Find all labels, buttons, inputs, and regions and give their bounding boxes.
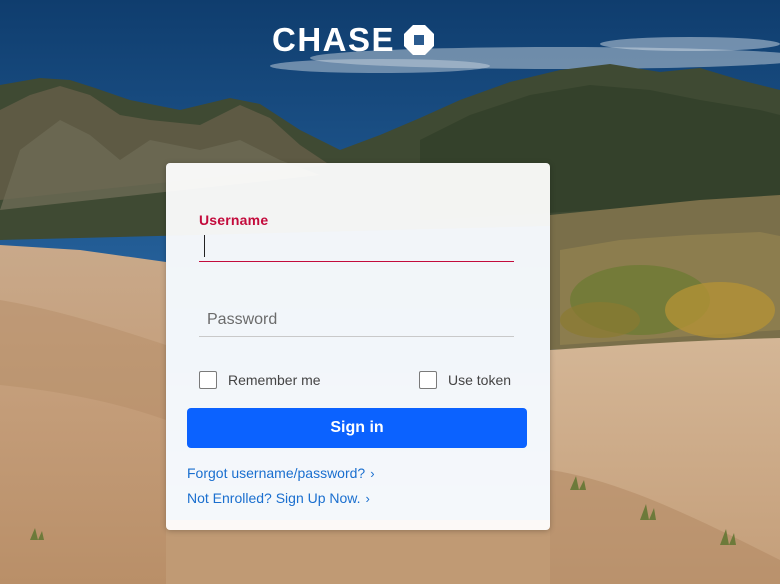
use-token-option[interactable]: Use token (419, 369, 511, 391)
remember-me-label[interactable]: Remember me (228, 372, 321, 388)
login-card: Username Remember me Use token Sign in F… (166, 163, 550, 530)
sign-in-button[interactable]: Sign in (187, 408, 527, 448)
chevron-right-icon: › (365, 490, 370, 506)
brand-wordmark: CHASE (272, 21, 396, 58)
use-token-label[interactable]: Use token (448, 372, 511, 388)
enroll-link[interactable]: Not Enrolled? Sign Up Now. › (187, 490, 370, 506)
chase-logo[interactable]: CHASE (272, 21, 435, 58)
username-field-group: Username (199, 212, 514, 266)
chase-octagon-icon (404, 25, 435, 55)
remember-me-checkbox[interactable] (199, 371, 217, 389)
chevron-right-icon: › (370, 465, 375, 481)
username-input[interactable] (199, 230, 514, 262)
use-token-checkbox[interactable] (419, 371, 437, 389)
username-label: Username (199, 212, 269, 228)
password-input[interactable] (199, 303, 514, 337)
text-caret (204, 235, 205, 257)
enroll-text[interactable]: Not Enrolled? Sign Up Now. (187, 490, 361, 506)
remember-me-option[interactable]: Remember me (199, 369, 321, 391)
forgot-credentials-text[interactable]: Forgot username/password? (187, 465, 365, 481)
password-field-group (199, 303, 514, 339)
forgot-credentials-link[interactable]: Forgot username/password? › (187, 465, 375, 481)
